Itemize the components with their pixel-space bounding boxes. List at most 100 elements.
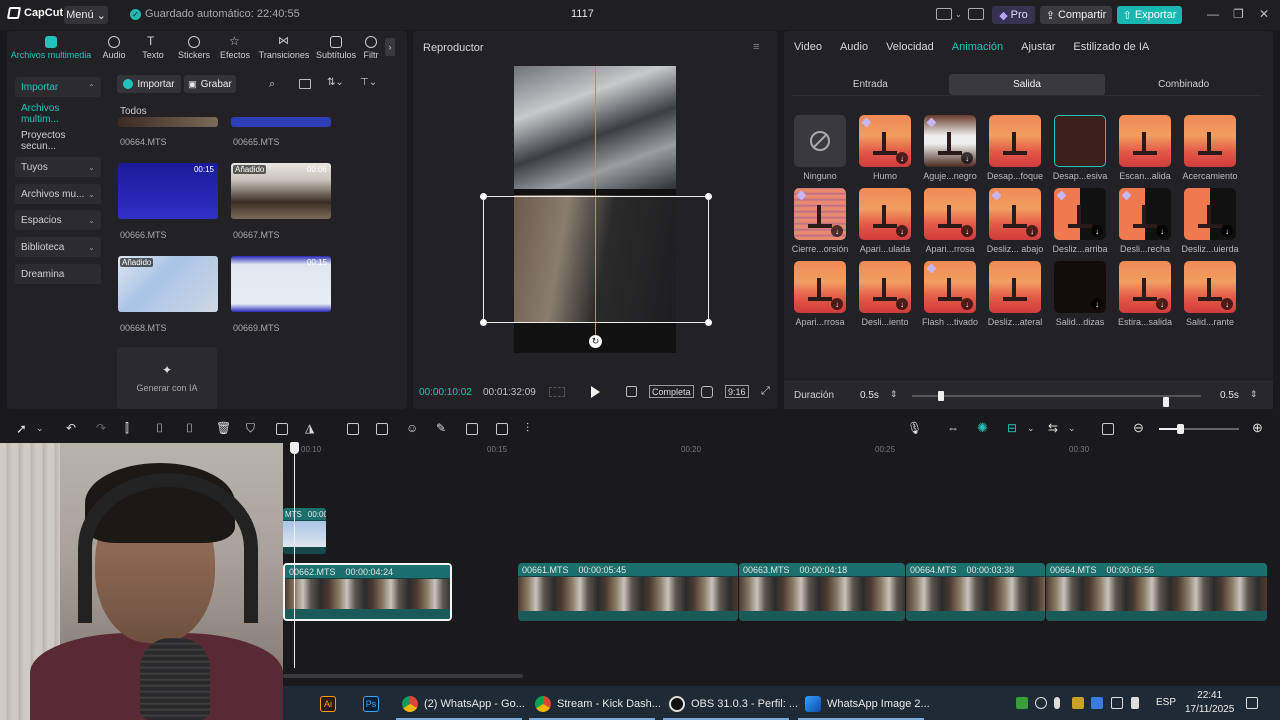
split-left-icon[interactable]: ⌷ <box>156 421 163 436</box>
tab-animation[interactable]: Animación <box>952 41 1003 53</box>
download-icon[interactable]: ↓ <box>1156 298 1168 310</box>
sort-icon[interactable]: ⇅⌄ <box>327 77 344 88</box>
duration-in-value[interactable]: 0.5s <box>860 390 879 401</box>
zoom-out-icon[interactable]: ⊖ <box>1133 420 1144 436</box>
taskbar-kick-chrome[interactable]: Stream - Kick Dash... <box>535 693 661 715</box>
sidebar-item-dreamina[interactable]: Dreamina <box>15 264 101 284</box>
zoom-icon[interactable] <box>701 386 713 398</box>
pro-button[interactable]: ◆ Pro <box>992 6 1035 24</box>
tab-ai-style[interactable]: Estilizado de IA <box>1073 41 1149 53</box>
share-button[interactable]: ⇪ Compartir <box>1040 6 1112 24</box>
export-button[interactable]: ⇧ Exportar <box>1117 6 1182 24</box>
download-icon[interactable]: ↓ <box>896 225 908 237</box>
download-icon[interactable]: ↓ <box>961 225 973 237</box>
sidebar-item-yours[interactable]: Tuyos ⌄ <box>15 157 101 177</box>
animation-tile[interactable]: ↓ <box>859 115 911 167</box>
tab-speed[interactable]: Velocidad <box>886 41 934 53</box>
freeze-icon[interactable] <box>347 423 359 435</box>
motion-icon[interactable]: ◮ <box>305 421 314 435</box>
microphone-icon[interactable]: 🎙︎ <box>907 421 922 435</box>
download-icon[interactable]: ↓ <box>831 298 843 310</box>
animation-tile[interactable]: ↓ <box>794 261 846 313</box>
magic-wand-icon[interactable]: ✎ <box>436 421 446 435</box>
animation-tile[interactable] <box>1184 115 1236 167</box>
mirror-icon[interactable] <box>376 423 388 435</box>
playhead-handle[interactable] <box>290 442 299 454</box>
view-grid-icon[interactable] <box>299 79 311 89</box>
tab-video[interactable]: Video <box>794 41 822 53</box>
expand-icon[interactable]: ⤢ <box>761 385 770 398</box>
project-title[interactable]: 1117 <box>571 8 594 20</box>
tab-transitions[interactable]: ⋈ Transiciones <box>255 31 313 63</box>
sidebar-item-library[interactable]: Biblioteca ⌄ <box>15 237 101 257</box>
split-right-icon[interactable]: ⌷ <box>186 421 193 436</box>
search-icon[interactable]: ⌕ <box>269 78 275 91</box>
play-icon[interactable] <box>591 386 600 398</box>
animation-tile[interactable]: ↓ <box>1054 261 1106 313</box>
quality-button[interactable]: Completa <box>649 385 694 398</box>
notification-icon[interactable] <box>1246 697 1258 709</box>
chevron-down-icon[interactable]: ⌄ <box>1027 423 1035 434</box>
timeline-clip[interactable]: 00662.MTS 00:00:04:24 <box>283 563 452 621</box>
menu-button[interactable]: Menú ⌄ <box>64 6 108 24</box>
battery-icon[interactable] <box>1131 697 1139 709</box>
animation-tile[interactable]: ↓ <box>1054 188 1106 240</box>
animation-tile[interactable] <box>1054 115 1106 167</box>
tray-mic-icon[interactable] <box>1054 697 1060 709</box>
link-icon[interactable]: ⇔ <box>947 421 959 435</box>
chevron-down-icon[interactable]: ⌄ <box>955 10 962 19</box>
sidebar-item-secondary-projects[interactable]: Proyectos secun... <box>15 130 101 152</box>
tab-audio[interactable]: Audio <box>95 31 133 63</box>
sidebar-item-media-2[interactable]: Archivos mu... ⌄ <box>15 184 101 204</box>
resize-handle[interactable] <box>480 193 487 200</box>
subtab-combo[interactable]: Combinado <box>1105 74 1262 95</box>
restore-icon[interactable]: ❐ <box>1233 7 1244 21</box>
download-icon[interactable]: ↓ <box>896 298 908 310</box>
tab-media[interactable]: Archivos multimedia <box>7 31 95 63</box>
resize-handle[interactable] <box>705 319 712 326</box>
download-icon[interactable]: ↓ <box>896 152 908 164</box>
delete-icon[interactable]: 🗑︎ <box>216 421 231 435</box>
timeline-clip[interactable]: 00661.MTS 00:00:05:45 <box>518 563 738 621</box>
minimize-icon[interactable]: — <box>1207 7 1219 21</box>
download-icon[interactable]: ↓ <box>961 298 973 310</box>
close-icon[interactable]: ✕ <box>1259 7 1269 21</box>
snap-icon[interactable]: ⊟ <box>1007 421 1017 435</box>
resize-handle[interactable] <box>705 193 712 200</box>
tab-stickers[interactable]: Stickers <box>173 31 215 63</box>
animation-tile[interactable]: ↓ <box>794 188 846 240</box>
download-icon[interactable]: ↓ <box>1091 225 1103 237</box>
taskbar-illustrator[interactable]: Ai <box>320 693 336 715</box>
chevron-down-icon[interactable]: ⌄ <box>36 423 44 434</box>
media-thumb[interactable] <box>118 117 218 127</box>
zoom-slider-handle[interactable] <box>1177 424 1184 434</box>
import-button[interactable]: Importar <box>117 75 181 93</box>
subtab-in[interactable]: Entrada <box>792 74 949 95</box>
animation-tile[interactable] <box>1119 115 1171 167</box>
shortcuts-icon[interactable] <box>968 8 984 20</box>
timeline-clip[interactable]: 00663.MTS 00:00:04:18 <box>739 563 905 621</box>
resize-handle[interactable] <box>480 319 487 326</box>
animation-tile[interactable]: ↓ <box>1119 188 1171 240</box>
layout-icon[interactable] <box>936 8 952 20</box>
chevron-right-icon[interactable]: › <box>385 38 395 56</box>
taskbar-photoshop[interactable]: Ps <box>363 693 379 715</box>
download-icon[interactable]: ↓ <box>831 225 843 237</box>
timeline-grid-icon[interactable] <box>549 387 565 397</box>
system-clock[interactable]: 22:41 17/11/2025 <box>1185 689 1234 717</box>
stepper-icon[interactable]: ⇕ <box>890 389 898 400</box>
download-icon[interactable]: ↓ <box>961 152 973 164</box>
media-thumb[interactable]: 00:15 <box>118 163 218 219</box>
filter-all-label[interactable]: Todos <box>120 106 147 117</box>
media-thumb[interactable]: Añadido 00:06 <box>231 163 331 219</box>
taskbar-obs[interactable]: OBS 31.0.3 - Perfil: ... <box>669 693 798 715</box>
tab-audio[interactable]: Audio <box>840 41 868 53</box>
animation-none[interactable] <box>794 115 846 167</box>
caption-icon[interactable] <box>466 423 478 435</box>
magnet-icon[interactable]: ✺ <box>977 420 988 436</box>
tab-text[interactable]: T Texto <box>133 31 173 63</box>
cursor-icon[interactable]: ➚ <box>16 421 27 437</box>
tab-adjust[interactable]: Ajustar <box>1021 41 1055 53</box>
chevron-down-icon[interactable]: ⌄ <box>1068 423 1076 434</box>
export-frame-icon[interactable] <box>496 423 508 435</box>
